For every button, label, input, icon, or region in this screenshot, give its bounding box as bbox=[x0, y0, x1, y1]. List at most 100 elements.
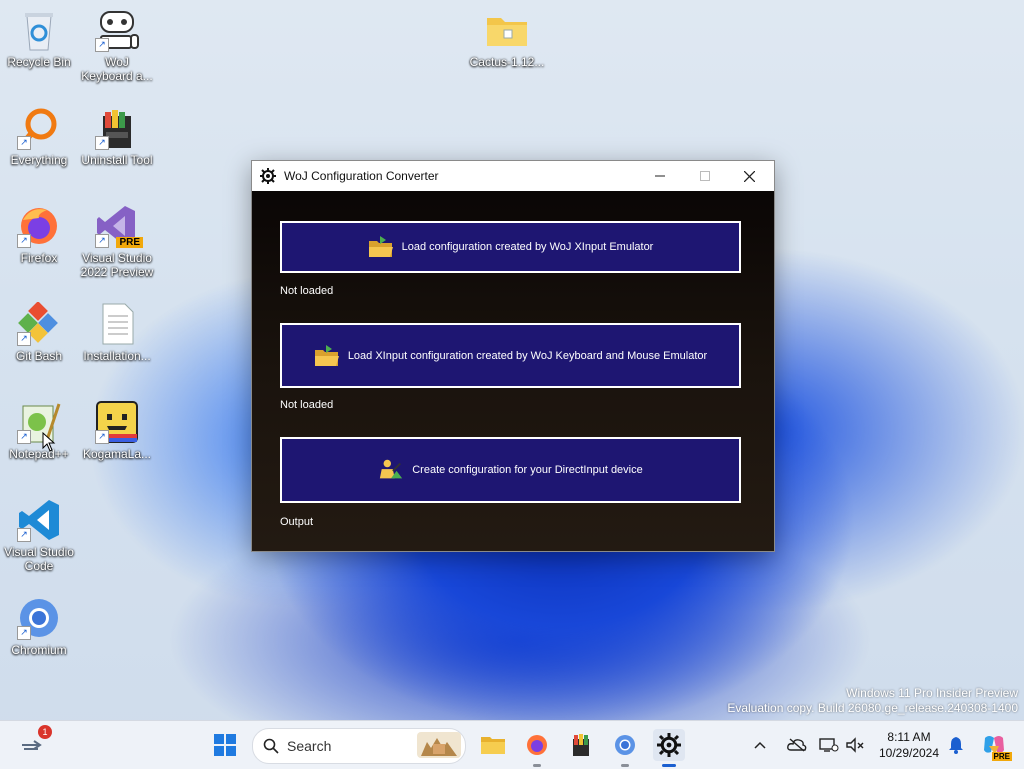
desktop-icon-label: Notepad++ bbox=[9, 447, 69, 461]
desktop-icon-label: WoJ Keyboard a... bbox=[81, 55, 153, 83]
gear-icon bbox=[260, 168, 276, 184]
desktop-icon-label: Recycle Bin bbox=[7, 55, 71, 69]
shortcut-arrow-icon: ↗ bbox=[17, 626, 31, 640]
kogama-smiley-icon: ↗ bbox=[95, 400, 139, 444]
folder-open-icon bbox=[368, 235, 394, 259]
taskbar-chromium[interactable] bbox=[609, 729, 641, 767]
taskbar-file-explorer[interactable] bbox=[477, 729, 509, 761]
construction-worker-icon bbox=[378, 458, 404, 482]
desktop-icon-everything[interactable]: ↗ Everything bbox=[0, 106, 78, 167]
active-indicator bbox=[662, 764, 676, 767]
desktop-icon-cactus-folder[interactable]: Cactus-1.12... bbox=[468, 8, 546, 69]
button-label: Create configuration for your DirectInpu… bbox=[412, 464, 643, 476]
desktop-icon-label: Chromium bbox=[11, 643, 67, 657]
shortcut-arrow-icon: ↗ bbox=[17, 234, 31, 248]
taskbar-clock[interactable]: 8:11 AM 10/29/2024 bbox=[870, 729, 948, 761]
display-tray-button[interactable] bbox=[816, 729, 842, 761]
chevron-up-icon bbox=[754, 741, 766, 749]
create-directinput-config-button[interactable]: Create configuration for your DirectInpu… bbox=[280, 437, 741, 503]
window-title: WoJ Configuration Converter bbox=[284, 169, 439, 183]
taskbar-firefox[interactable] bbox=[521, 729, 553, 767]
search-placeholder: Search bbox=[287, 738, 332, 754]
notification-badge: 1 bbox=[38, 725, 52, 739]
button-label: Load XInput configuration created by WoJ… bbox=[347, 349, 708, 362]
desktop-icon-label: Git Bash bbox=[15, 349, 63, 363]
desktop-icon-visual-studio-2022[interactable]: ↗ PRE Visual Studio 2022 Preview bbox=[78, 204, 156, 279]
clock-time: 8:11 AM bbox=[887, 730, 931, 744]
taskbar-uninstall-tool[interactable] bbox=[565, 729, 597, 761]
firefox-icon bbox=[527, 735, 547, 755]
button-label: Load configuration created by WoJ XInput… bbox=[401, 241, 654, 253]
maximize-button[interactable] bbox=[682, 161, 727, 191]
watermark-line-2: Evaluation copy. Build 26080.ge_release.… bbox=[727, 701, 1018, 715]
shortcut-arrow-icon: ↗ bbox=[95, 430, 109, 444]
close-icon bbox=[744, 170, 755, 182]
desktop-icon-label: Visual Studio Code bbox=[4, 545, 74, 573]
taskbar-woj-converter[interactable] bbox=[653, 729, 685, 767]
folder-icon bbox=[481, 737, 505, 754]
status-text-1: Not loaded bbox=[280, 285, 334, 297]
running-indicator bbox=[621, 764, 629, 767]
desktop-icon-git-bash[interactable]: ↗ Git Bash bbox=[0, 302, 78, 363]
start-button[interactable] bbox=[209, 729, 241, 761]
cloud-offline-icon bbox=[787, 738, 807, 752]
desktop-icon-label: Firefox bbox=[20, 251, 58, 265]
desktop-icon-chromium[interactable]: ↗ Chromium bbox=[0, 596, 78, 657]
desktop-icon-installation[interactable]: Installation... bbox=[78, 302, 156, 363]
chromium-icon bbox=[615, 735, 635, 755]
network-tray-button[interactable]: 1 bbox=[16, 725, 52, 761]
git-bash-icon: ↗ bbox=[17, 302, 61, 346]
desktop-icon-recycle-bin[interactable]: Recycle Bin bbox=[0, 8, 78, 69]
shortcut-arrow-icon: ↗ bbox=[95, 38, 109, 52]
shortcut-arrow-icon: ↗ bbox=[17, 136, 31, 150]
folder-open-icon bbox=[314, 344, 340, 368]
desktop-icon-vscode[interactable]: ↗ Visual Studio Code bbox=[0, 498, 78, 573]
desktop-icon-label: Uninstall Tool bbox=[81, 153, 153, 167]
desktop-icon-firefox[interactable]: ↗ Firefox bbox=[0, 204, 78, 265]
taskbar: 1 Search 8:11 AM 10/29/2024 PRE bbox=[0, 720, 1024, 769]
shortcut-arrow-icon: ↗ bbox=[17, 430, 31, 444]
woj-converter-window: WoJ Configuration Converter Load configu… bbox=[251, 160, 775, 552]
mouse-cursor-icon bbox=[42, 431, 56, 457]
firefox-icon: ↗ bbox=[17, 204, 61, 248]
shortcut-arrow-icon: ↗ bbox=[17, 332, 31, 346]
onedrive-tray-button[interactable] bbox=[784, 729, 810, 761]
desktop-icon-notepad-plus-plus[interactable]: ↗ Notepad++ bbox=[0, 400, 78, 461]
desktop-icon-kogama[interactable]: ↗ KogamaLa... bbox=[78, 400, 156, 461]
vscode-icon: ↗ bbox=[17, 498, 61, 542]
desktop-icon-label: KogamaLa... bbox=[82, 447, 152, 461]
show-hidden-icons-button[interactable] bbox=[750, 729, 770, 761]
desktop-icon-label: Cactus-1.12... bbox=[469, 55, 545, 69]
minimize-button[interactable] bbox=[637, 161, 682, 191]
desktop-icon-label: Visual Studio 2022 Preview bbox=[80, 251, 154, 279]
copilot-button[interactable]: PRE bbox=[978, 729, 1012, 761]
gear-icon bbox=[657, 733, 681, 757]
shortcut-arrow-icon: ↗ bbox=[17, 528, 31, 542]
folder-icon bbox=[485, 8, 529, 52]
watermark-line-1: Windows 11 Pro Insider Preview bbox=[846, 686, 1018, 700]
desktop-icon-uninstall-tool[interactable]: ↗ Uninstall Tool bbox=[78, 106, 156, 167]
running-indicator bbox=[533, 764, 541, 767]
taskbar-search-box[interactable]: Search bbox=[252, 728, 466, 764]
windows-logo-icon bbox=[214, 734, 236, 756]
chromium-icon: ↗ bbox=[17, 596, 61, 640]
load-keyboard-mouse-config-button[interactable]: Load XInput configuration created by WoJ… bbox=[280, 323, 741, 388]
bell-icon bbox=[949, 737, 963, 754]
shortcut-arrow-icon: ↗ bbox=[95, 234, 109, 248]
speaker-muted-icon bbox=[846, 737, 864, 753]
gamepad-keyboard-icon: ↗ bbox=[95, 8, 139, 52]
windows-watermark: Windows 11 Pro Insider Preview Evaluatio… bbox=[727, 686, 1018, 716]
load-xinput-config-button[interactable]: Load configuration created by WoJ XInput… bbox=[280, 221, 741, 273]
notifications-button[interactable] bbox=[945, 729, 967, 761]
window-titlebar[interactable]: WoJ Configuration Converter bbox=[252, 161, 774, 191]
window-content: Load configuration created by WoJ XInput… bbox=[252, 191, 774, 551]
desktop-icon-label: Installation... bbox=[83, 349, 151, 363]
text-document-icon bbox=[95, 302, 139, 346]
cabinet-icon bbox=[573, 734, 589, 756]
desktop-icon-woj-keyboard[interactable]: ↗ WoJ Keyboard a... bbox=[78, 8, 156, 83]
close-button[interactable] bbox=[727, 161, 772, 191]
status-text-3: Output bbox=[280, 516, 314, 528]
volume-tray-button[interactable] bbox=[842, 729, 868, 761]
preview-badge: PRE bbox=[116, 237, 143, 248]
magnifier-icon: ↗ bbox=[17, 106, 61, 150]
